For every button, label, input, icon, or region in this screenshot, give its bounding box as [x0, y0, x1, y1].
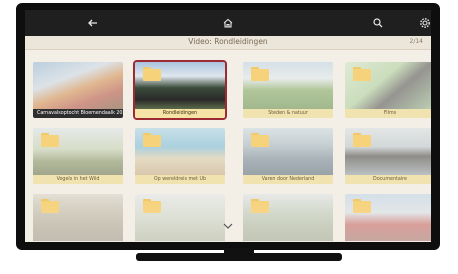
chevron-down-icon[interactable]	[221, 222, 235, 232]
tile-rondleidingen[interactable]: Rondleidingen	[133, 60, 227, 120]
tile-varen[interactable]: Varen door Nederland	[243, 128, 333, 184]
page-indicator: 2/14	[409, 38, 423, 45]
folder-icon	[353, 199, 371, 213]
tile-carnaval[interactable]: Carnavalsoptocht Bloemendaalk 2025	[33, 62, 123, 118]
tile-thumbnail	[33, 62, 123, 109]
section-header: Video: Rondleidingen 2/14	[25, 36, 431, 50]
tile-label: Steden & natuur	[243, 109, 333, 118]
folder-icon	[251, 133, 269, 147]
tile-label: Rondleidingen	[135, 109, 225, 118]
folder-icon	[251, 199, 269, 213]
tile-label: Op wereldreis met Ub	[135, 175, 225, 184]
folder-icon	[353, 67, 371, 81]
folder-icon	[143, 199, 161, 213]
tile-label: Vogels in het Wild	[33, 175, 123, 184]
gear-icon[interactable]	[416, 14, 431, 32]
folder-icon	[41, 133, 59, 147]
tile-label: Varen door Nederland	[243, 175, 333, 184]
tile-wereldreis[interactable]: Op wereldreis met Ub	[135, 128, 225, 184]
folder-icon	[41, 199, 59, 213]
tile-films[interactable]: Films	[345, 62, 431, 118]
home-icon[interactable]	[219, 14, 237, 32]
tile-label: Films	[345, 109, 431, 118]
tile-documentaire[interactable]: Documentaire	[345, 128, 431, 184]
tile-label: Documentaire	[345, 175, 431, 184]
folder-icon	[251, 67, 269, 81]
tile-row3-1[interactable]	[33, 194, 123, 242]
tv-screen: Video: Rondleidingen 2/14 Carnavalsoptoc…	[25, 10, 431, 242]
tile-label: Carnavalsoptocht Bloemendaalk 2025	[33, 109, 123, 118]
top-navigation-bar	[25, 10, 431, 36]
folder-icon	[143, 67, 161, 81]
tile-row3-2[interactable]	[135, 194, 225, 242]
tile-steden-natuur[interactable]: Steden & natuur	[243, 62, 333, 118]
back-icon[interactable]	[84, 14, 102, 32]
folder-icon	[143, 133, 161, 147]
tile-row3-3[interactable]	[243, 194, 333, 242]
tile-vogels[interactable]: Vogels in het Wild	[33, 128, 123, 184]
page-title: Video: Rondleidingen	[188, 37, 268, 46]
folder-icon	[353, 133, 371, 147]
search-icon[interactable]	[369, 14, 387, 32]
tv-stand	[136, 253, 342, 261]
tile-row3-4[interactable]	[345, 194, 431, 242]
